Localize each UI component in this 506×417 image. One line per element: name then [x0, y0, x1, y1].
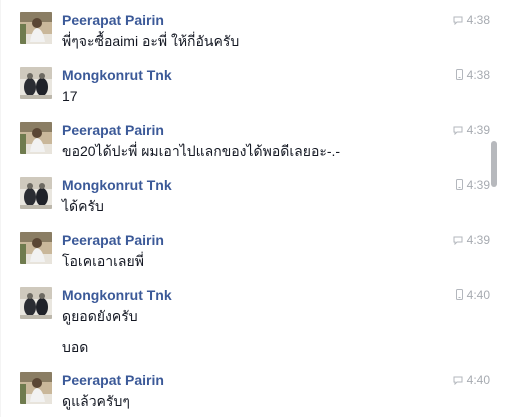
sender-avatar[interactable]: [20, 12, 52, 44]
avatar-mongkonrut-image: [20, 287, 52, 319]
message-row: Mongkonrut Tnk 4:40 ดูยอดยังครับ บอด: [0, 287, 490, 357]
message-text: โอเคเอาเลยพี่: [62, 253, 144, 269]
sender-name[interactable]: Mongkonrut Tnk: [62, 67, 172, 83]
message-time: 4:39: [438, 232, 490, 249]
chat-bubble-icon: [453, 373, 463, 389]
sender-name[interactable]: Peerapat Pairin: [62, 372, 164, 388]
sender-avatar[interactable]: [20, 232, 52, 264]
avatar-mongkonrut-image: [20, 177, 52, 209]
message-row: Peerapat Pairin 4:39 ขอ20ได้ปะพี่ ผมเอาไ…: [0, 122, 490, 162]
message-text: บอด: [62, 339, 89, 355]
chat-conversation: Peerapat Pairin 4:38 พี่ๆจะซื้อaimi อะพี…: [0, 0, 506, 417]
time-text: 4:38: [466, 68, 490, 82]
chat-bubble-icon: [453, 13, 463, 29]
sender-name[interactable]: Peerapat Pairin: [62, 122, 164, 138]
message-text: ได้ครับ: [62, 198, 104, 214]
message-row: Mongkonrut Tnk 4:39 ได้ครับ: [0, 177, 490, 217]
sender-name[interactable]: Peerapat Pairin: [62, 12, 164, 28]
message-time: 4:40: [438, 287, 490, 304]
sender-name[interactable]: Mongkonrut Tnk: [62, 287, 172, 303]
message-time: 4:39: [438, 177, 490, 194]
message-text: พี่ๆจะซื้อaimi อะพี่ ให้กี่อันครับ: [62, 33, 240, 49]
message-text: ดูยอดยังครับ: [62, 308, 138, 324]
message-time: 4:39: [438, 122, 490, 139]
mobile-phone-icon: [455, 178, 463, 194]
time-text: 4:38: [466, 13, 490, 27]
message-row: Peerapat Pairin 4:38 พี่ๆจะซื้อaimi อะพี…: [0, 12, 490, 52]
avatar-peerapat-image: [20, 122, 52, 154]
avatar-mongkonrut-image: [20, 67, 52, 99]
message-time: 4:38: [438, 67, 490, 84]
avatar-peerapat-image: [20, 232, 52, 264]
chat-bubble-icon: [453, 233, 463, 249]
sender-avatar[interactable]: [20, 67, 52, 99]
mobile-phone-icon: [455, 288, 463, 304]
time-text: 4:40: [466, 373, 490, 387]
chat-bubble-icon: [453, 123, 463, 139]
time-text: 4:39: [466, 178, 490, 192]
sender-avatar[interactable]: [20, 122, 52, 154]
time-text: 4:40: [466, 288, 490, 302]
time-text: 4:39: [466, 123, 490, 137]
message-row: Peerapat Pairin 4:40 ดูแล้วครับๆ: [0, 372, 490, 412]
sender-name[interactable]: Peerapat Pairin: [62, 232, 164, 248]
message-text: 17: [62, 88, 78, 104]
message-row: Peerapat Pairin 4:39 โอเคเอาเลยพี่: [0, 232, 490, 272]
avatar-peerapat-image: [20, 372, 52, 404]
message-text: ขอ20ได้ปะพี่ ผมเอาไปแลกของได้พอดีเลยอะ-.…: [62, 143, 341, 159]
chat-scrollbar[interactable]: [491, 0, 497, 417]
mobile-phone-icon: [455, 68, 463, 84]
message-text: ดูแล้วครับๆ: [62, 393, 130, 409]
scrollbar-thumb[interactable]: [491, 141, 497, 187]
time-text: 4:39: [466, 233, 490, 247]
avatar-peerapat-image: [20, 12, 52, 44]
sender-avatar[interactable]: [20, 372, 52, 404]
sender-avatar[interactable]: [20, 287, 52, 319]
message-time: 4:40: [438, 372, 490, 389]
sender-avatar[interactable]: [20, 177, 52, 209]
sender-name[interactable]: Mongkonrut Tnk: [62, 177, 172, 193]
message-time: 4:38: [438, 12, 490, 29]
message-row: Mongkonrut Tnk 4:38 17: [0, 67, 490, 107]
